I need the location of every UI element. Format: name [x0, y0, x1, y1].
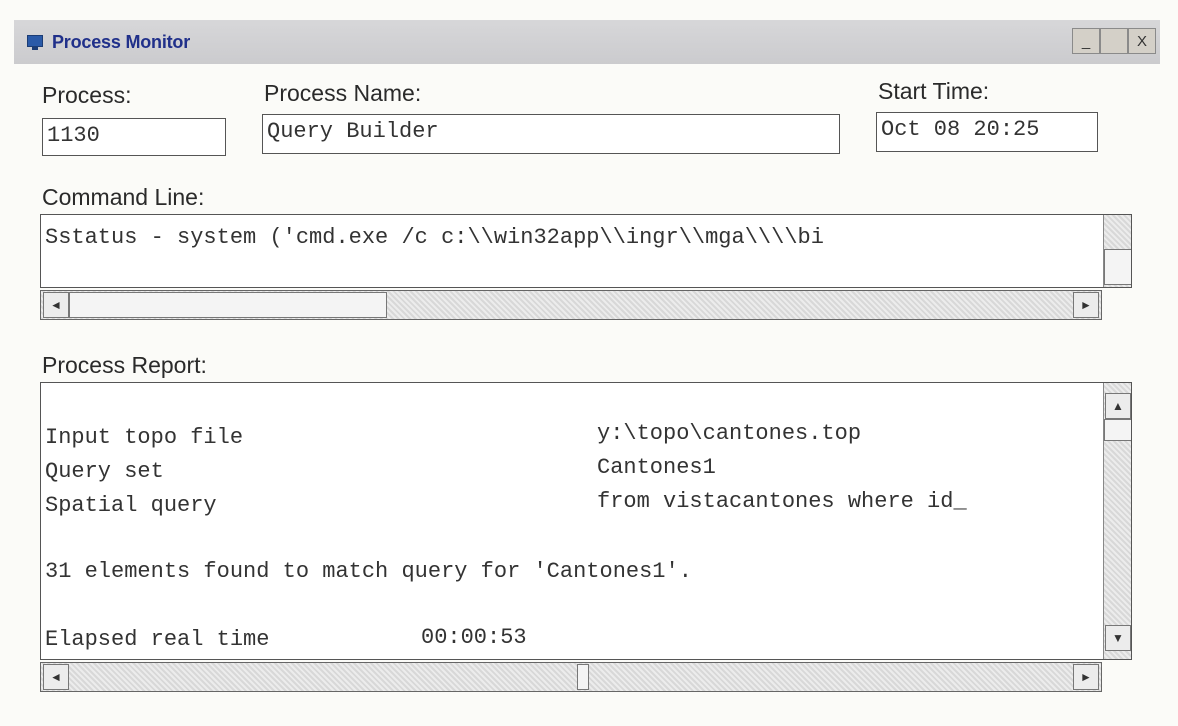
scroll-down-button[interactable]: ▼ — [1105, 625, 1131, 651]
command-line-vscrollbar[interactable] — [1103, 215, 1131, 287]
report-vscroll-thumb[interactable] — [1104, 419, 1131, 441]
report-key-spatial-query: Spatial query — [45, 493, 217, 518]
report-scroll-left-button[interactable]: ◄ — [43, 664, 69, 690]
report-summary: 31 elements found to match query for 'Ca… — [45, 559, 692, 584]
arrow-left-icon: ◄ — [50, 670, 62, 684]
minimize-button[interactable]: _ — [1072, 28, 1100, 54]
elapsed-label: Elapsed real time — [45, 627, 270, 652]
command-line-text: Sstatus - system ('cmd.exe /c c:\\win32a… — [45, 225, 824, 250]
scroll-left-button[interactable]: ◄ — [43, 292, 69, 318]
start-time-field[interactable]: Oct 08 20:25 — [876, 112, 1098, 152]
report-key-query-set: Query set — [45, 459, 164, 484]
command-line-box[interactable]: Sstatus - system ('cmd.exe /c c:\\win32a… — [40, 214, 1132, 288]
process-name-field[interactable]: Query Builder — [262, 114, 840, 154]
command-line-vscroll-thumb[interactable] — [1104, 249, 1131, 285]
arrow-left-icon: ◄ — [50, 298, 62, 312]
arrow-right-icon: ► — [1080, 298, 1092, 312]
window-title: Process Monitor — [52, 31, 191, 52]
arrow-right-icon: ► — [1080, 670, 1092, 684]
minimize-icon: _ — [1081, 32, 1091, 50]
title-bar[interactable]: Process Monitor _ X — [14, 20, 1160, 64]
report-scroll-right-button[interactable]: ► — [1073, 664, 1099, 690]
scroll-up-button[interactable]: ▲ — [1105, 393, 1131, 419]
report-value-query-set: Cantones1 — [597, 455, 716, 480]
start-time-label: Start Time: — [878, 78, 990, 104]
report-value-input-topo: y:\topo\cantones.top — [597, 421, 862, 446]
process-report-label: Process Report: — [42, 352, 207, 378]
report-hscroll-thumb[interactable] — [577, 664, 589, 690]
arrow-up-icon: ▲ — [1112, 399, 1124, 413]
elapsed-value: 00:00:53 — [421, 625, 527, 650]
process-report-box[interactable]: Input topo file y:\topo\cantones.top Que… — [40, 382, 1132, 660]
report-key-input-topo: Input topo file — [45, 425, 244, 450]
process-name-label: Process Name: — [264, 80, 422, 106]
command-line-hscrollbar[interactable]: ◄ ► — [40, 290, 1102, 320]
report-vscrollbar[interactable]: ▲ ▼ — [1103, 383, 1131, 659]
command-line-hscroll-thumb[interactable] — [69, 292, 387, 318]
process-id-field[interactable]: 1130 — [42, 118, 226, 156]
close-icon: X — [1136, 32, 1147, 50]
close-button[interactable]: X — [1128, 28, 1156, 54]
process-label: Process: — [42, 82, 132, 108]
maximize-button[interactable] — [1100, 28, 1128, 54]
arrow-down-icon: ▼ — [1112, 631, 1124, 645]
command-line-label: Command Line: — [42, 184, 205, 210]
scroll-right-button[interactable]: ► — [1073, 292, 1099, 318]
process-monitor-window: Process Monitor _ X Process: Process Nam… — [14, 14, 1170, 719]
monitor-icon — [26, 33, 44, 51]
report-hscrollbar[interactable]: ◄ ► — [40, 662, 1102, 692]
report-value-spatial-query: from vistacantones where id_ — [597, 489, 967, 514]
